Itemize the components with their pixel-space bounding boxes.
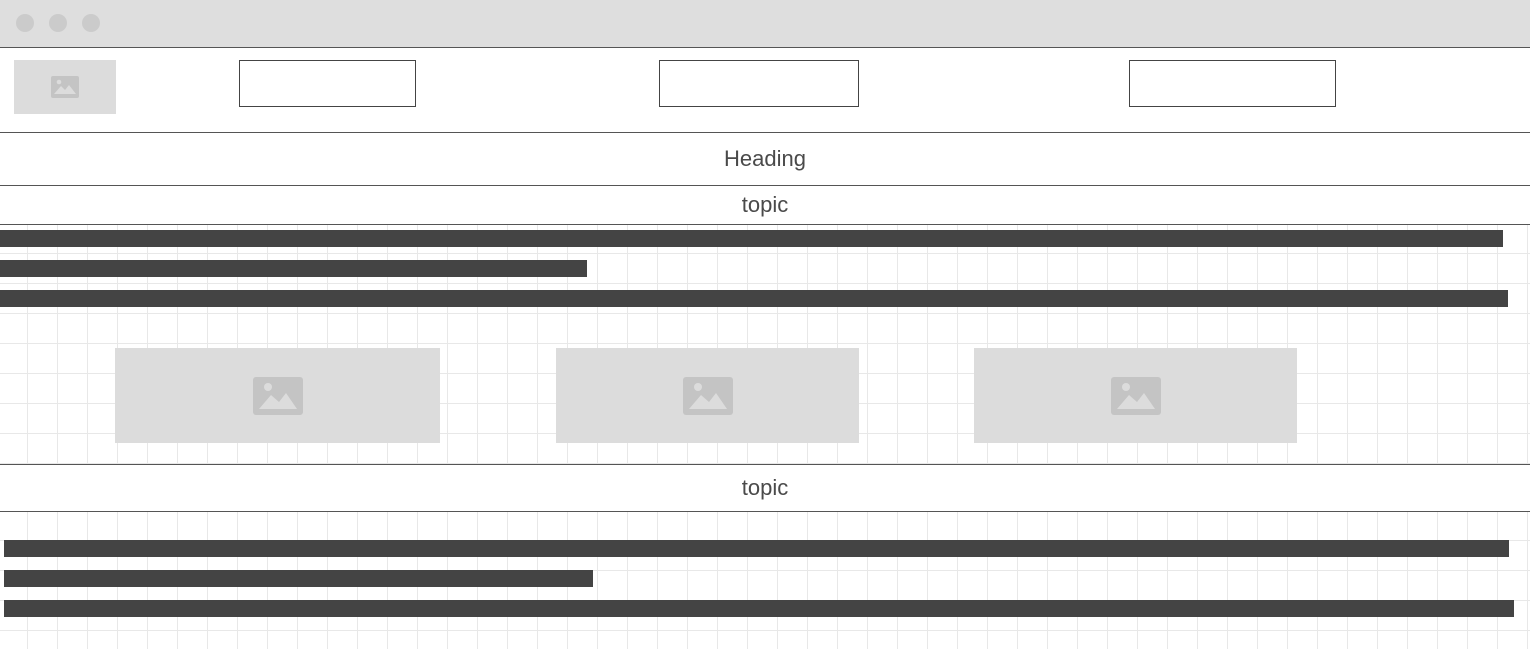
nav-item-2[interactable]	[659, 60, 859, 107]
nav-item-1[interactable]	[239, 60, 416, 107]
paragraph-line	[0, 290, 1508, 307]
logo[interactable]	[14, 60, 116, 114]
window-close-button[interactable]	[16, 14, 34, 32]
paragraph-line	[4, 600, 1514, 617]
window-minimize-button[interactable]	[49, 14, 67, 32]
section-2-content	[0, 512, 1530, 649]
section-topic: topic	[0, 465, 1530, 511]
section-topic: topic	[0, 186, 1530, 224]
image-placeholder-3	[974, 348, 1297, 443]
paragraph-line	[0, 260, 587, 277]
nav-item-3[interactable]	[1129, 60, 1336, 107]
image-icon	[51, 76, 79, 98]
image-placeholder-2	[556, 348, 859, 443]
image-icon	[252, 376, 303, 415]
paragraph-line	[0, 230, 1503, 247]
page-title: Heading	[0, 133, 1530, 185]
image-placeholder-1	[115, 348, 440, 443]
paragraph-line	[4, 540, 1509, 557]
paragraph-line	[4, 570, 593, 587]
window-titlebar	[0, 0, 1530, 48]
image-icon	[1110, 376, 1161, 415]
window-maximize-button[interactable]	[82, 14, 100, 32]
image-icon	[682, 376, 733, 415]
